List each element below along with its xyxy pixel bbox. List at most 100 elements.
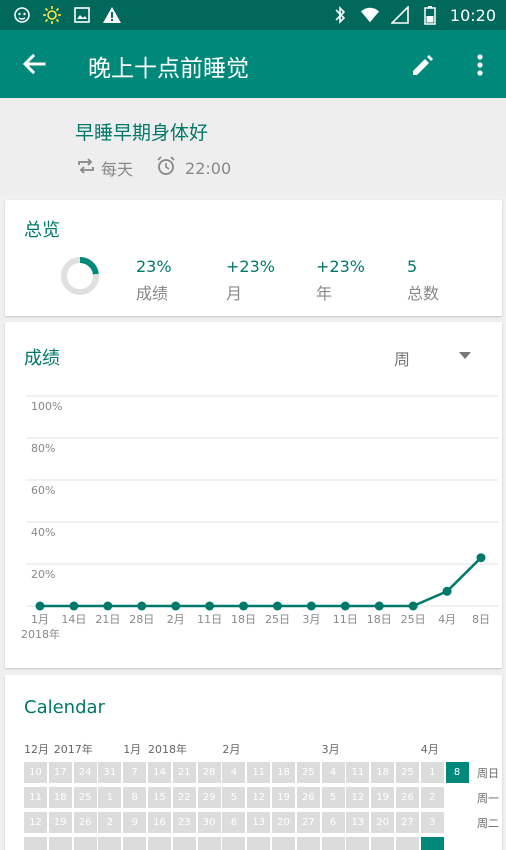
calendar-day-cell[interactable]: 10 <box>24 762 47 783</box>
calendar-day-cell[interactable]: 13 <box>346 812 370 833</box>
stat-value: +23% <box>226 257 275 276</box>
more-vert-icon[interactable] <box>468 50 492 80</box>
calendar-day-cell[interactable]: 25 <box>73 787 97 808</box>
calendar-month-label: 1月 <box>123 743 142 756</box>
calendar-day-cell[interactable]: 19 <box>48 812 72 833</box>
status-bar: 10:20 <box>0 0 506 30</box>
calendar-day-cell[interactable]: 26 <box>296 787 320 808</box>
calendar-day-cell[interactable]: 17 <box>48 762 72 783</box>
calendar-day-cell[interactable]: 18 <box>272 762 295 783</box>
calendar-day-cell[interactable]: 6 <box>222 812 246 833</box>
calendar-weekday-label: 周日 <box>477 767 499 780</box>
calendar-day-cell[interactable]: 6 <box>321 812 345 833</box>
calendar-weekday-label: 周二 <box>477 817 499 830</box>
calendar-day-cell[interactable] <box>197 837 221 850</box>
data-point <box>442 586 452 596</box>
calendar-day-cell[interactable]: 9 <box>123 812 147 833</box>
stat-label: 年 <box>316 284 333 303</box>
calendar-day-cell[interactable]: 8 <box>445 762 469 783</box>
calendar-day-cell[interactable]: 12 <box>346 787 370 808</box>
reminder-time: 22:00 <box>185 158 232 178</box>
calendar-day-cell[interactable] <box>148 837 171 850</box>
back-arrow-icon[interactable] <box>18 48 50 80</box>
calendar-day-cell[interactable]: 11 <box>346 762 370 783</box>
calendar-day-cell[interactable]: 29 <box>197 787 221 808</box>
calendar-day-cell[interactable] <box>321 837 345 850</box>
calendar-day-cell[interactable] <box>296 837 320 850</box>
calendar-day-cell[interactable]: 11 <box>24 787 47 808</box>
calendar-day-cell[interactable]: 11 <box>247 762 271 783</box>
calendar-day-cell[interactable] <box>371 837 395 850</box>
data-point <box>476 553 486 563</box>
calendar-day-cell[interactable]: 18 <box>48 787 72 808</box>
stat-label: 总数 <box>407 284 440 303</box>
data-point <box>205 601 215 611</box>
calendar-day-cell[interactable]: 13 <box>247 812 271 833</box>
calendar-day-cell[interactable] <box>123 837 147 850</box>
calendar-day-cell[interactable] <box>346 837 370 850</box>
calendar-day-cell[interactable]: 25 <box>396 762 419 783</box>
edit-pencil-icon[interactable] <box>408 50 438 80</box>
x-tick-label: 25日 <box>265 613 290 626</box>
calendar-month-label: 2月 <box>222 743 241 756</box>
calendar-day-cell[interactable]: 26 <box>396 787 419 808</box>
calendar-day-cell[interactable] <box>48 837 72 850</box>
calendar-day-cell[interactable] <box>272 837 295 850</box>
data-point <box>35 601 45 611</box>
calendar-day-cell[interactable]: 27 <box>296 812 320 833</box>
calendar-day-cell[interactable]: 21 <box>172 762 196 783</box>
x-tick-label: 18日 <box>231 613 256 626</box>
stat-label: 月 <box>226 284 243 303</box>
data-point <box>306 601 316 611</box>
y-tick-label: 60% <box>31 484 55 497</box>
calendar-day-cell[interactable]: 27 <box>396 812 419 833</box>
calendar-day-cell[interactable]: 23 <box>172 812 196 833</box>
calendar-day-cell[interactable]: 28 <box>197 762 221 783</box>
calendar-day-cell[interactable]: 30 <box>197 812 221 833</box>
calendar-day-cell[interactable]: 1 <box>420 762 444 783</box>
wifi-icon <box>360 5 380 25</box>
calendar-day-cell[interactable]: 22 <box>172 787 196 808</box>
x-tick-label: 1月 <box>31 613 49 626</box>
calendar-day-cell[interactable]: 1 <box>98 787 122 808</box>
calendar-day-cell[interactable]: 2 <box>420 787 444 808</box>
calendar-day-cell[interactable]: 7 <box>123 762 147 783</box>
habit-description: 早睡早期身体好 <box>75 122 209 144</box>
calendar-day-cell[interactable]: 5 <box>222 787 246 808</box>
calendar-day-cell[interactable]: 15 <box>148 787 171 808</box>
calendar-day-cell[interactable]: 19 <box>272 787 295 808</box>
calendar-day-cell[interactable]: 24 <box>73 762 97 783</box>
calendar-day-cell[interactable] <box>420 837 444 850</box>
calendar-day-cell[interactable]: 4 <box>321 762 345 783</box>
stat-value: 23% <box>136 257 172 276</box>
y-tick-label: 80% <box>31 442 55 455</box>
calendar-day-cell[interactable]: 25 <box>296 762 320 783</box>
calendar-day-cell[interactable]: 8 <box>123 787 147 808</box>
y-tick-label: 20% <box>31 568 55 581</box>
calendar-day-cell[interactable]: 2 <box>98 812 122 833</box>
calendar-day-cell[interactable]: 5 <box>321 787 345 808</box>
calendar-day-cell[interactable]: 31 <box>98 762 122 783</box>
calendar-day-cell[interactable]: 14 <box>148 762 171 783</box>
calendar-day-cell[interactable]: 12 <box>247 787 271 808</box>
calendar-day-cell[interactable] <box>172 837 196 850</box>
calendar-day-cell[interactable] <box>247 837 271 850</box>
calendar-weekday-label: 周一 <box>477 792 499 805</box>
data-point <box>69 601 79 611</box>
calendar-day-cell[interactable]: 19 <box>371 787 395 808</box>
calendar-day-cell[interactable] <box>222 837 246 850</box>
calendar-day-cell[interactable] <box>73 837 97 850</box>
calendar-day-cell[interactable]: 4 <box>222 762 246 783</box>
calendar-day-cell[interactable]: 26 <box>73 812 97 833</box>
calendar-day-cell[interactable] <box>396 837 419 850</box>
calendar-day-cell[interactable]: 3 <box>420 812 444 833</box>
calendar-day-cell[interactable] <box>24 837 47 850</box>
calendar-day-cell[interactable]: 12 <box>24 812 47 833</box>
calendar-day-cell[interactable]: 20 <box>272 812 295 833</box>
x-tick-label: 11日 <box>333 613 358 626</box>
calendar-day-cell[interactable]: 20 <box>371 812 395 833</box>
data-point <box>374 601 384 611</box>
calendar-day-cell[interactable] <box>98 837 122 850</box>
calendar-day-cell[interactable]: 18 <box>371 762 395 783</box>
calendar-day-cell[interactable]: 16 <box>148 812 171 833</box>
